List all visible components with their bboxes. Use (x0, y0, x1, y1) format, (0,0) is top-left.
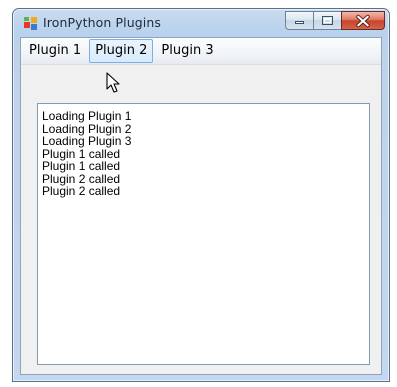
maximize-icon (322, 16, 333, 25)
minimize-button[interactable] (285, 11, 313, 30)
caption-buttons (285, 11, 385, 31)
app-window: IronPython Plugins Plugin 1 Plugin 2 Plu… (12, 8, 390, 382)
menu-item-plugin-3[interactable]: Plugin 3 (155, 39, 219, 63)
output-line: Plugin 2 called (42, 184, 121, 198)
maximize-button[interactable] (313, 11, 341, 30)
client-area: Plugin 1 Plugin 2 Plugin 3 Loading Plugi… (20, 37, 382, 375)
output-line: Loading Plugin 3 (42, 134, 132, 148)
output-line: Loading Plugin 1 (42, 109, 132, 123)
minimize-icon (295, 21, 304, 24)
window-title: IronPython Plugins (43, 15, 161, 30)
menu-item-plugin-1[interactable]: Plugin 1 (23, 39, 87, 63)
menu-item-plugin-2[interactable]: Plugin 2 (89, 39, 154, 63)
output-line: Plugin 1 called (42, 159, 121, 173)
mouse-cursor-icon (106, 72, 120, 93)
close-button[interactable] (341, 11, 385, 30)
title-bar[interactable]: IronPython Plugins (13, 9, 389, 37)
output-textbox[interactable]: Loading Plugin 1 Loading Plugin 2 Loadin… (37, 103, 370, 365)
winforms-app-icon (24, 17, 37, 30)
menu-bar: Plugin 1 Plugin 2 Plugin 3 (21, 38, 381, 65)
close-icon (356, 14, 370, 28)
